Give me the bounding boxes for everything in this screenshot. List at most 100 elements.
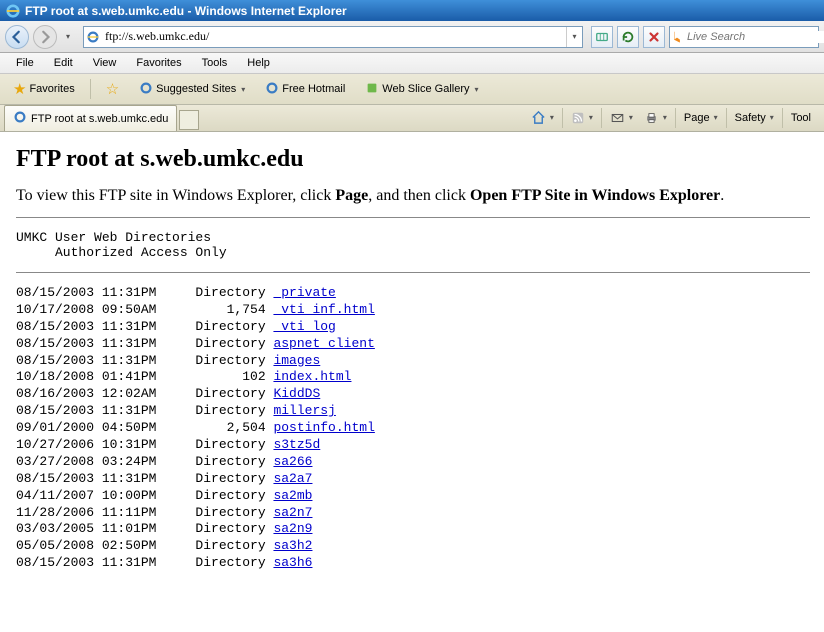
star-icon: ★ bbox=[13, 80, 26, 98]
listing-row: 08/15/2003 11:31PM Directory millersj bbox=[16, 403, 810, 420]
listing-row: 03/27/2008 03:24PM Directory sa266 bbox=[16, 454, 810, 471]
fav-star-slot[interactable]: ☆ bbox=[99, 77, 126, 101]
separator bbox=[562, 108, 563, 128]
menu-file[interactable]: File bbox=[6, 54, 44, 72]
separator bbox=[675, 108, 676, 128]
listing-link[interactable]: sa2n7 bbox=[273, 505, 312, 520]
listing-link[interactable]: _private bbox=[273, 285, 335, 300]
listing-row: 10/27/2006 10:31PM Directory s3tz5d bbox=[16, 437, 810, 454]
bing-icon bbox=[670, 30, 684, 44]
new-tab-button[interactable] bbox=[179, 110, 199, 130]
menu-favorites[interactable]: Favorites bbox=[126, 54, 191, 72]
listing-link[interactable]: sa2n9 bbox=[273, 521, 312, 536]
forward-button[interactable] bbox=[33, 25, 57, 49]
separator bbox=[90, 79, 91, 99]
read-mail-button[interactable] bbox=[605, 108, 638, 128]
nav-history-dropdown[interactable]: ▾ bbox=[61, 27, 75, 47]
server-banner: UMKC User Web Directories Authorized Acc… bbox=[16, 230, 810, 260]
listing-link[interactable]: aspnet_client bbox=[273, 336, 374, 351]
page-content: FTP root at s.web.umkc.edu To view this … bbox=[0, 132, 824, 632]
listing-row: 11/28/2006 11:11PM Directory sa2n7 bbox=[16, 505, 810, 522]
home-button[interactable] bbox=[526, 107, 559, 128]
separator bbox=[782, 108, 783, 128]
stop-button[interactable] bbox=[643, 26, 665, 48]
print-button[interactable] bbox=[639, 108, 672, 128]
page-menu-button[interactable]: Page bbox=[679, 109, 723, 127]
suggested-sites-button[interactable]: Suggested Sites bbox=[132, 78, 252, 101]
menu-help[interactable]: Help bbox=[237, 54, 280, 72]
listing-link[interactable]: postinfo.html bbox=[273, 420, 374, 435]
free-hotmail-button[interactable]: Free Hotmail bbox=[258, 78, 352, 101]
page-label: Page bbox=[684, 112, 710, 124]
command-bar: Page Safety Tool bbox=[526, 107, 820, 131]
separator bbox=[601, 108, 602, 128]
search-input[interactable] bbox=[684, 31, 824, 43]
refresh-button[interactable] bbox=[617, 26, 639, 48]
menu-tools[interactable]: Tools bbox=[192, 54, 238, 72]
star-add-icon: ☆ bbox=[106, 80, 119, 98]
ie-favicon-icon bbox=[84, 30, 102, 44]
menu-view[interactable]: View bbox=[83, 54, 127, 72]
listing-link[interactable]: sa2a7 bbox=[273, 471, 312, 486]
favorites-bar: ★ Favorites ☆ Suggested Sites Free Hotma… bbox=[0, 74, 824, 105]
free-hotmail-label: Free Hotmail bbox=[282, 83, 345, 95]
listing-link[interactable]: sa266 bbox=[273, 454, 312, 469]
web-slice-button[interactable]: Web Slice Gallery bbox=[358, 78, 485, 101]
ie-small-icon bbox=[265, 81, 279, 98]
menu-edit[interactable]: Edit bbox=[44, 54, 83, 72]
back-button[interactable] bbox=[5, 25, 29, 49]
listing-row: 03/03/2005 11:01PM Directory sa2n9 bbox=[16, 521, 810, 538]
listing-link[interactable]: sa3h6 bbox=[273, 555, 312, 570]
ie-small-icon bbox=[139, 81, 153, 98]
listing-link[interactable]: index.html bbox=[273, 369, 351, 384]
listing-link[interactable]: _vti_inf.html bbox=[273, 302, 374, 317]
search-box bbox=[669, 26, 819, 48]
listing-row: 08/15/2003 11:31PM Directory sa2a7 bbox=[16, 471, 810, 488]
instruction-text: To view this FTP site in Windows Explore… bbox=[16, 187, 810, 205]
safety-label: Safety bbox=[735, 112, 766, 124]
compat-view-button[interactable] bbox=[591, 26, 613, 48]
ie-logo-icon bbox=[5, 3, 21, 19]
listing-link[interactable]: _vti_log bbox=[273, 319, 335, 334]
separator bbox=[726, 108, 727, 128]
address-dropdown[interactable]: ▾ bbox=[566, 27, 582, 47]
favorites-label: Favorites bbox=[29, 83, 74, 95]
ie-favicon-icon bbox=[13, 110, 27, 127]
web-slice-icon bbox=[365, 81, 379, 98]
page-heading: FTP root at s.web.umkc.edu bbox=[16, 146, 810, 173]
web-slice-label: Web Slice Gallery bbox=[382, 83, 469, 95]
tools-menu-button[interactable]: Tool bbox=[786, 109, 816, 127]
nav-toolbar: ▾ ▾ bbox=[0, 21, 824, 53]
address-input[interactable] bbox=[102, 27, 566, 46]
favorites-button[interactable]: ★ Favorites bbox=[6, 77, 82, 101]
suggested-sites-label: Suggested Sites bbox=[156, 83, 236, 95]
tab-title: FTP root at s.web.umkc.edu bbox=[31, 113, 168, 125]
safety-menu-button[interactable]: Safety bbox=[730, 109, 779, 127]
listing-link[interactable]: sa3h2 bbox=[273, 538, 312, 553]
listing-row: 05/05/2008 02:50PM Directory sa3h2 bbox=[16, 538, 810, 555]
menu-bar: File Edit View Favorites Tools Help bbox=[0, 53, 824, 74]
listing-link[interactable]: images bbox=[273, 353, 320, 368]
listing-row: 10/17/2008 09:50AM 1,754 _vti_inf.html bbox=[16, 302, 810, 319]
listing-row: 08/15/2003 11:31PM Directory sa3h6 bbox=[16, 555, 810, 572]
listing-row: 09/01/2000 04:50PM 2,504 postinfo.html bbox=[16, 420, 810, 437]
listing-row: 04/11/2007 10:00PM Directory sa2mb bbox=[16, 488, 810, 505]
divider bbox=[16, 272, 810, 273]
tab-bar: FTP root at s.web.umkc.edu Page Safety T… bbox=[0, 105, 824, 132]
listing-link[interactable]: sa2mb bbox=[273, 488, 312, 503]
listing-row: 08/16/2003 12:02AM Directory KiddDS bbox=[16, 386, 810, 403]
listing-row: 08/15/2003 11:31PM Directory images bbox=[16, 353, 810, 370]
listing-row: 08/15/2003 11:31PM Directory aspnet_clie… bbox=[16, 336, 810, 353]
tools-label: Tool bbox=[791, 112, 811, 124]
feeds-button[interactable] bbox=[566, 108, 598, 128]
address-bar: ▾ bbox=[83, 26, 583, 48]
listing-link[interactable]: KiddDS bbox=[273, 386, 320, 401]
listing-row: 10/18/2008 01:41PM 102 index.html bbox=[16, 369, 810, 386]
divider bbox=[16, 217, 810, 218]
tab-active[interactable]: FTP root at s.web.umkc.edu bbox=[4, 105, 177, 131]
window-titlebar: FTP root at s.web.umkc.edu - Windows Int… bbox=[0, 0, 824, 21]
listing-link[interactable]: millersj bbox=[273, 403, 335, 418]
listing-row: 08/15/2003 11:31PM Directory _vti_log bbox=[16, 319, 810, 336]
listing-link[interactable]: s3tz5d bbox=[273, 437, 320, 452]
window-title: FTP root at s.web.umkc.edu - Windows Int… bbox=[25, 4, 347, 18]
